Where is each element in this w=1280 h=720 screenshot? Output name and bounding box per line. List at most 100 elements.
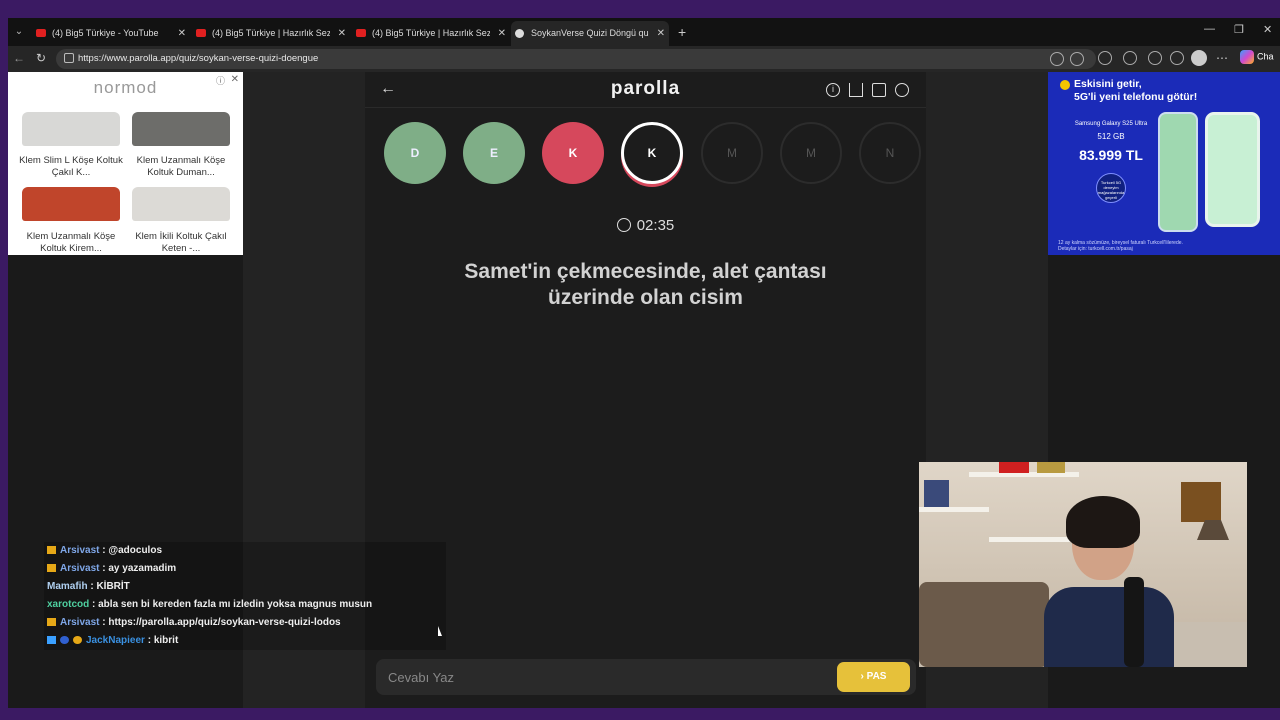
tab-title: SoykanVerse Quizi Döngü quiz - p [531,28,649,38]
chat-text: : KİBRİT [90,581,130,592]
extensions-icon[interactable] [1123,51,1137,65]
timer: 02:35 [365,217,926,234]
more-icon[interactable] [1070,52,1084,66]
phone-model: Samsung Galaxy S25 Ultra [1074,121,1148,127]
ad-item-caption[interactable]: Klem Uzanmalı Köşe Koltuk Duman... [125,155,237,179]
poster [1037,462,1065,473]
microphone [1124,577,1144,667]
info-icon[interactable]: i [826,83,840,97]
letter-circle: K [542,122,604,184]
tab-parolla[interactable]: SoykanVerse Quizi Döngü quiz - p ✕ [511,21,669,46]
tab-actions-icon[interactable]: ⌄ [11,24,27,40]
sofa-image[interactable] [132,112,230,146]
tab-youtube-2[interactable]: (4) Big5 Türkiye | Hazırlık Sezonu 1 ✕ [192,21,350,46]
streamer-shirt [1044,587,1174,667]
window-close-icon[interactable]: ✕ [1263,23,1272,36]
reload-icon[interactable]: ↻ [36,51,46,65]
tab-youtube-1[interactable]: (4) Big5 Türkiye - YouTube ✕ [32,21,190,46]
close-icon[interactable]: ✕ [178,21,186,46]
tab-title: (4) Big5 Türkiye - YouTube [52,28,159,38]
feedback-icon[interactable] [872,83,886,97]
profile-avatar[interactable] [1191,50,1207,66]
chat-message: xarotcod : abla sen bi kereden fazla mı … [44,596,446,614]
poster [999,462,1029,473]
split-view-icon[interactable] [1148,51,1162,65]
ad-item-caption[interactable]: Klem Uzanmalı Köşe Koltuk Kirem... [15,231,127,255]
ad-turkcell[interactable]: Eskisini getir, 5G'li yeni telefonu götü… [1048,72,1280,255]
phone-storage: 512 GB [1097,132,1125,141]
copilot-button[interactable]: Cha [1240,50,1274,64]
new-tab-button[interactable]: + [678,21,686,43]
question-text: Samet'in çekmecesinde, alet çantası üzer… [405,259,886,311]
crown-badge-icon [47,546,56,554]
poster [1181,482,1221,522]
app-header: ← parolla i [365,72,926,108]
letter-circle: N [859,122,921,184]
chat-username: Arsivast [60,545,100,556]
ad-item-caption[interactable]: Klem İkili Koltuk Çakıl Keten -... [125,231,237,255]
ad-headline-line1: Eskisini getir, [1074,78,1142,90]
bits-badge-icon [73,636,82,644]
parolla-app: ← parolla i D E K K M M N 02:35 Samet'in… [365,72,926,708]
back-arrow-icon[interactable]: ← [13,51,25,65]
sofa-image[interactable] [22,112,120,146]
ad-close-icon[interactable]: ✕ [231,74,239,85]
phone-front-image [1205,112,1260,227]
poster [924,480,949,507]
mouse-cursor-icon [438,626,442,636]
favorites-icon[interactable] [1170,51,1184,65]
shelf [919,507,989,512]
app-logo: parolla [610,78,681,99]
url-text: https://www.parolla.app/quiz/soykan-vers… [78,53,319,64]
stream-border-top [0,0,1280,18]
ad-item-caption[interactable]: Klem Slim L Köşe Koltuk Çakıl K... [15,155,127,179]
url-field[interactable]: https://www.parolla.app/quiz/soykan-vers… [56,49,1096,69]
chat-message: Arsivast : @adoculos [44,542,446,560]
close-icon[interactable]: ✕ [338,21,346,46]
copilot-label: Cha [1257,51,1274,62]
settings-menu-icon[interactable]: ⋯ [1216,51,1228,65]
turkcell-logo-icon [1060,80,1070,90]
tab-bar: ⌄ (4) Big5 Türkiye - YouTube ✕ (4) Big5 … [8,18,1280,46]
pass-button[interactable]: › PAS [837,662,910,692]
close-icon[interactable]: ✕ [498,21,506,46]
sub-badge-icon [60,636,69,644]
store-badge: Turkcell 5G deneyim mağazalarında geçerl… [1096,173,1126,203]
prime-badge-icon [47,636,56,644]
letter-circle: M [701,122,763,184]
ad-headline-line2: 5G'li yeni telefonu götür! [1074,91,1198,103]
parolla-favicon-icon [515,29,524,38]
clock-icon [616,218,631,232]
stats-icon[interactable] [849,83,863,97]
chat-text: : kibrit [147,635,179,646]
question-line1: Samet'in çekmecesinde, alet çantası [464,260,827,283]
chat-message: Mamafih : KİBRİT [44,578,446,596]
chat-message: Arsivast : https://parolla.app/quiz/soyk… [44,614,446,632]
answer-input[interactable] [376,659,826,695]
stream-border-bottom [0,708,1280,720]
chat-overlay: Arsivast : @adoculos Arsivast : ay yazam… [44,542,446,650]
phone-back-image [1158,112,1198,232]
letter-circle: E [463,122,525,184]
webcam-overlay [919,462,1247,667]
sofa-image[interactable] [132,187,230,221]
favorite-star-icon[interactable] [1098,51,1112,65]
youtube-icon [356,29,366,37]
tab-youtube-3[interactable]: (4) Big5 Türkiye | Hazırlık Sezonu 1 ✕ [352,21,510,46]
phone-info: Samsung Galaxy S25 Ultra 512 GB 83.999 T… [1072,120,1150,203]
streamer-hair [1066,496,1140,548]
zoom-icon[interactable] [1050,52,1064,66]
chat-username: JackNapieer [86,635,145,646]
question-line2: üzerinde olan cisim [548,286,743,309]
ad-footer: 12 ay kalma sözümüze, bireysel faturalı … [1058,240,1183,252]
ad-info-icon[interactable]: ⓘ [216,74,225,87]
profile-icon[interactable] [895,83,909,97]
minimize-icon[interactable]: — [1204,23,1215,35]
ad-normod[interactable]: normod ⓘ ✕ Klem Slim L Köşe Koltuk Çakıl… [8,72,243,255]
timer-value: 02:35 [636,217,675,234]
chat-message: JackNapieer : kibrit [44,632,446,650]
site-info-icon[interactable] [64,53,74,63]
close-icon[interactable]: ✕ [657,21,665,46]
maximize-icon[interactable]: ❐ [1234,23,1244,36]
sofa-image[interactable] [22,187,120,221]
